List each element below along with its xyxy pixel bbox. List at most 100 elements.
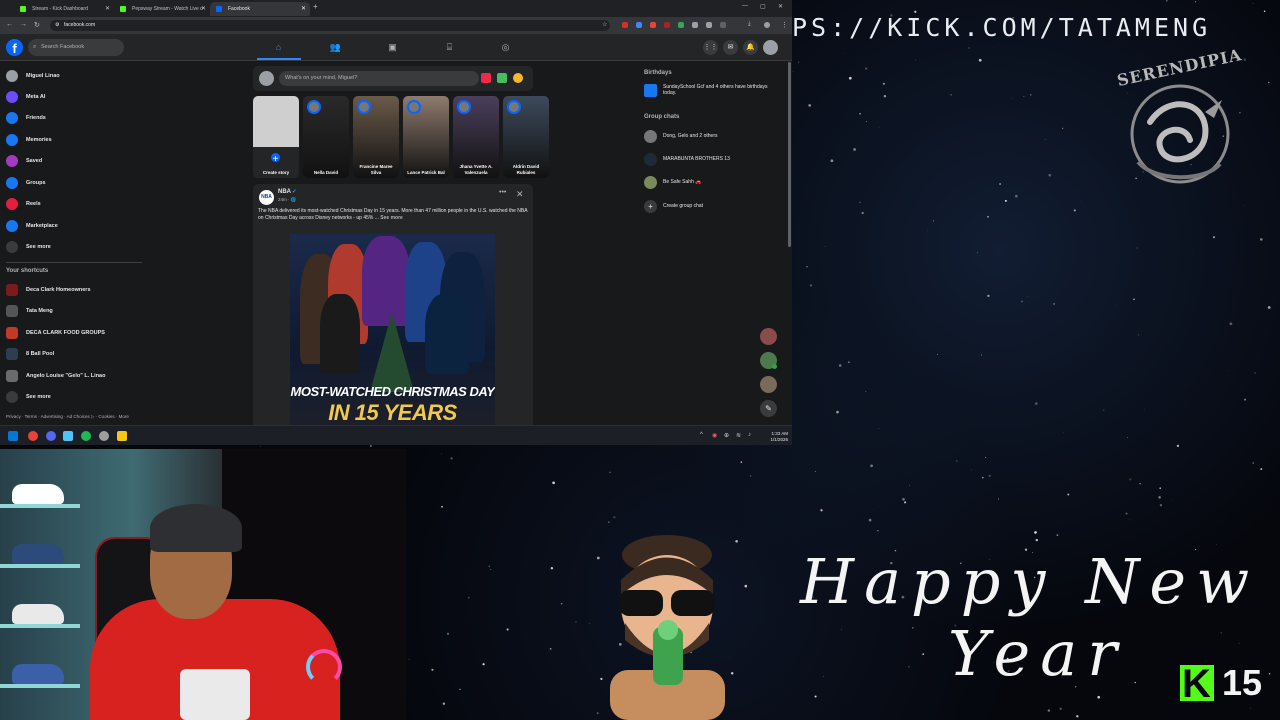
bitmoji-avatar [610, 535, 725, 720]
site-info-icon[interactable]: ⚙ [55, 20, 59, 31]
facebook-logo-icon[interactable]: f [6, 39, 23, 56]
bookmark-star-icon[interactable]: ☆ [602, 21, 607, 28]
reload-icon[interactable]: ↻ [34, 21, 40, 29]
extension-icon[interactable] [664, 22, 670, 28]
create-group-chat-label: Create group chat [663, 203, 704, 209]
notifications-bell-icon[interactable]: 🔔 [743, 40, 758, 55]
discord-icon[interactable] [46, 431, 56, 441]
forward-icon[interactable]: → [20, 21, 27, 28]
tab-pepsway-stream[interactable]: Pepsway Stream - Watch Live o ✕ [114, 2, 210, 16]
extension-icon[interactable] [706, 22, 712, 28]
shortcut-item[interactable]: Angelo Louise "Gelo" L. Linao [6, 369, 146, 383]
close-icon[interactable]: ✕ [516, 189, 524, 200]
story-card[interactable]: Lance Patrick Bal [403, 96, 449, 178]
extension-icon[interactable] [678, 22, 684, 28]
group-chat-item[interactable]: Dong, Gelo and 2 others [644, 130, 779, 143]
browser-menu-icon[interactable]: ⋮ [781, 21, 788, 29]
home-icon[interactable]: ⌂ [272, 41, 285, 54]
clock[interactable]: 1:33 AM 1/1/2026 [762, 431, 788, 442]
feeling-icon[interactable] [513, 73, 523, 83]
sidebar-item[interactable]: Groups [6, 176, 146, 190]
composer-input[interactable]: What's on your mind, Miguel? [279, 71, 479, 86]
close-tab-icon[interactable]: ✕ [201, 2, 206, 16]
extension-icon[interactable] [692, 22, 698, 28]
download-icon[interactable]: ⤓ [748, 21, 751, 28]
chat-head[interactable] [760, 328, 777, 345]
shortcut-item[interactable]: DECA CLARK FOOD GROUPS [6, 326, 146, 340]
shortcut-item[interactable]: See more [6, 390, 146, 404]
page-avatar[interactable]: NBA [259, 190, 274, 205]
chrome-icon[interactable] [28, 431, 38, 441]
url-input[interactable]: ⚙ facebook.com [50, 20, 610, 31]
close-window-icon[interactable]: ✕ [778, 3, 783, 10]
app-icon[interactable] [63, 431, 73, 441]
search-input[interactable]: ⌕ Search Facebook [28, 39, 124, 56]
see-more-link[interactable]: See more [380, 215, 403, 221]
live-video-icon[interactable] [481, 73, 491, 83]
sidebar-item[interactable]: Saved [6, 154, 146, 168]
spotify-icon[interactable] [81, 431, 91, 441]
extension-icon[interactable] [622, 22, 628, 28]
story-card[interactable]: Francine Maree Silva [353, 96, 399, 178]
post-author[interactable]: NBA [278, 189, 291, 195]
profile-icon[interactable] [764, 22, 770, 28]
video-icon[interactable]: ▣ [386, 41, 399, 54]
group-chat-item[interactable]: Be Safe Sahh 🚗 [644, 176, 779, 189]
tray-app-icon[interactable]: ◉ [712, 432, 717, 439]
scrollbar[interactable] [788, 62, 791, 247]
shortcut-item[interactable]: Deca Clark Homeowners [6, 283, 146, 297]
minimize-icon[interactable]: — [742, 3, 748, 9]
wifi-icon[interactable]: ≋ [736, 432, 741, 439]
footer-links[interactable]: Privacy · Terms · Advertising · Ad Choic… [6, 414, 129, 420]
group-chat-item[interactable]: MARABUNTA BROTHERS 13 [644, 153, 779, 166]
start-icon[interactable] [8, 431, 18, 441]
volume-icon[interactable]: ♪ [748, 432, 751, 438]
tab-facebook[interactable]: Facebook ✕ [210, 2, 310, 16]
shortcut-label: Deca Clark Homeowners [26, 287, 91, 293]
more-options-icon[interactable]: ••• [499, 189, 506, 196]
birthday-notice[interactable]: SundaySchool Gcf and 4 others have birth… [644, 84, 779, 97]
marketplace-icon[interactable]: ⌸ [443, 41, 456, 54]
story-card[interactable]: Nella David [303, 96, 349, 178]
tab-title: Stream - Kick Dashboard [32, 6, 88, 12]
obs-icon[interactable] [99, 431, 109, 441]
sidebar-item[interactable]: Reels [6, 197, 146, 211]
photo-video-icon[interactable] [497, 73, 507, 83]
sidebar-item[interactable]: Memories [6, 133, 146, 147]
tray-chevron-icon[interactable]: ^ [700, 432, 703, 438]
create-story-card[interactable]: + Create story [253, 96, 299, 178]
file-explorer-icon[interactable] [117, 431, 127, 441]
sidebar-item[interactable]: Friends [6, 111, 146, 125]
maximize-icon[interactable]: ▢ [760, 3, 766, 10]
close-tab-icon[interactable]: ✕ [105, 2, 110, 16]
new-message-icon[interactable]: ✎ [760, 400, 777, 417]
tray-app-icon[interactable]: ⊕ [724, 432, 729, 439]
post-image[interactable]: MOST-WATCHED CHRISTMAS DAY IN 15 YEARS [290, 234, 495, 425]
story-card[interactable]: Jhana Yvette A. Valenzuela [453, 96, 499, 178]
messenger-icon[interactable]: ✉ [723, 40, 738, 55]
back-icon[interactable]: ← [6, 21, 13, 28]
post-timestamp[interactable]: 24m · 🌐 [278, 197, 296, 203]
menu-grid-icon[interactable]: ⋮⋮ [703, 40, 718, 55]
sidebar-item[interactable]: See more [6, 240, 146, 254]
new-tab-icon[interactable]: + [313, 2, 318, 11]
extensions-puzzle-icon[interactable] [720, 22, 726, 28]
shortcut-item[interactable]: Tata Meng [6, 304, 146, 318]
account-avatar[interactable] [763, 40, 778, 55]
plus-icon[interactable]: + [269, 151, 282, 165]
gaming-icon[interactable]: ◎ [499, 41, 512, 54]
sidebar-item[interactable]: Meta AI [6, 90, 146, 104]
sidebar-item[interactable]: Marketplace [6, 219, 146, 233]
story-card[interactable]: Aldrin David Rubiales [503, 96, 549, 178]
sidebar-item[interactable]: Miguel Linao [6, 69, 146, 83]
christmas-tree [370, 312, 414, 392]
close-tab-icon[interactable]: ✕ [301, 2, 306, 16]
friends-icon[interactable]: 👥 [329, 41, 342, 54]
chat-head[interactable] [760, 376, 777, 393]
shortcut-item[interactable]: 8 Ball Pool [6, 347, 146, 361]
tab-kick-dashboard[interactable]: Stream - Kick Dashboard ✕ [14, 2, 114, 16]
group-chat-name: MARABUNTA BROTHERS 13 [663, 156, 730, 162]
extension-icon[interactable] [636, 22, 642, 28]
create-group-chat-button[interactable]: + Create group chat [644, 200, 779, 213]
extension-icon[interactable] [650, 22, 656, 28]
